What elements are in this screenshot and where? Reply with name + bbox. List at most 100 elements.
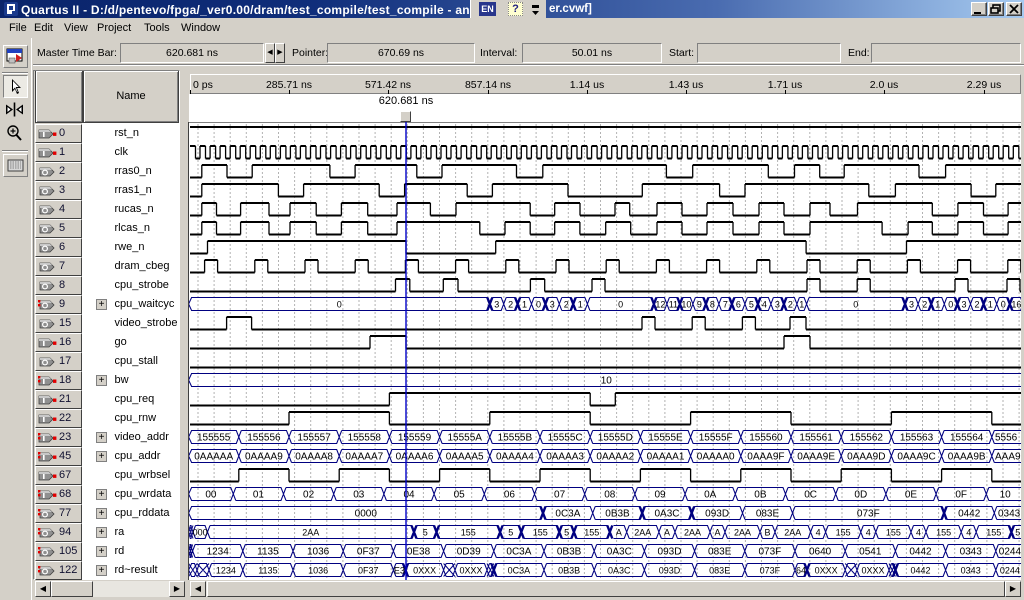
svg-text:1234: 1234 (216, 566, 236, 576)
svg-text:A: A (616, 528, 622, 538)
svg-text:2AA: 2AA (634, 528, 651, 538)
svg-text:07: 07 (554, 490, 566, 501)
svg-text:15555D: 15555D (598, 433, 633, 444)
svg-text:2AA: 2AA (734, 528, 751, 538)
svg-text:0B3B: 0B3B (605, 509, 630, 520)
svg-text:10: 10 (681, 300, 691, 310)
svg-text:0442: 0442 (910, 566, 930, 576)
svg-text:0AAA9C: 0AAA9C (897, 452, 935, 463)
svg-text:15555C: 15555C (548, 433, 583, 444)
svg-text:2: 2 (974, 300, 979, 310)
svg-text:E3: E3 (394, 566, 405, 576)
svg-text:1: 1 (988, 300, 993, 310)
svg-text:7: 7 (723, 300, 728, 310)
svg-text:4: 4 (866, 528, 871, 538)
svg-text:5: 5 (508, 528, 513, 538)
svg-text:0: 0 (853, 300, 858, 310)
svg-text:10: 10 (1000, 490, 1012, 501)
svg-text:15555F: 15555F (699, 433, 733, 444)
svg-text:10: 10 (601, 376, 613, 387)
svg-text:1036: 1036 (307, 547, 330, 558)
svg-text:11: 11 (669, 300, 678, 310)
svg-text:0A3C: 0A3C (607, 547, 632, 558)
svg-text:155: 155 (584, 528, 599, 538)
svg-text:AAA9: AAA9 (995, 452, 1021, 463)
svg-text:2: 2 (564, 300, 569, 310)
svg-text:5556: 5556 (995, 433, 1018, 444)
svg-text:5: 5 (1015, 528, 1020, 538)
svg-text:09: 09 (654, 490, 666, 501)
svg-text:0F37: 0F37 (358, 566, 379, 576)
svg-text:0AAAA1: 0AAAA1 (647, 452, 685, 463)
svg-text:3: 3 (775, 300, 780, 310)
svg-text:08: 08 (604, 490, 616, 501)
svg-text:0AAAA5: 0AAAA5 (446, 452, 484, 463)
svg-text:3: 3 (909, 300, 914, 310)
svg-text:03: 03 (353, 490, 365, 501)
svg-text:0AAAA8: 0AAAA8 (295, 452, 333, 463)
svg-text:0D: 0D (854, 490, 867, 501)
svg-text:155: 155 (836, 528, 851, 538)
svg-text:15555E: 15555E (648, 433, 683, 444)
svg-text:155556: 155556 (247, 433, 281, 444)
svg-text:0F37: 0F37 (357, 547, 380, 558)
svg-text:155563: 155563 (900, 433, 934, 444)
svg-text:000: 000 (193, 528, 208, 538)
svg-text:0244: 0244 (1000, 566, 1020, 576)
svg-text:155561: 155561 (799, 433, 833, 444)
svg-text:0A3C: 0A3C (654, 509, 679, 520)
svg-text:0A3C: 0A3C (608, 566, 631, 576)
svg-text:155559: 155559 (398, 433, 432, 444)
svg-text:15555B: 15555B (498, 433, 533, 444)
svg-text:155: 155 (936, 528, 951, 538)
svg-text:0C: 0C (804, 490, 817, 501)
svg-text:0: 0 (948, 300, 953, 310)
svg-text:3: 3 (961, 300, 966, 310)
svg-text:0XXX: 0XXX (459, 566, 482, 576)
svg-text:0AAAAA: 0AAAAA (194, 452, 233, 463)
svg-text:093D: 093D (659, 566, 681, 576)
svg-text:073F: 073F (759, 547, 782, 558)
svg-text:083E: 083E (709, 566, 730, 576)
svg-text:2: 2 (788, 300, 793, 310)
svg-text:0E38: 0E38 (407, 547, 431, 558)
svg-text:9: 9 (697, 300, 702, 310)
svg-text:6: 6 (736, 300, 741, 310)
svg-text:0343: 0343 (960, 547, 983, 558)
svg-text:0AAAA2: 0AAAA2 (596, 452, 634, 463)
svg-text:155: 155 (461, 528, 476, 538)
svg-text:0244: 0244 (999, 547, 1021, 558)
svg-text:0: 0 (618, 300, 623, 310)
svg-text:1135: 1135 (257, 547, 279, 558)
svg-text:155560: 155560 (749, 433, 783, 444)
svg-text:0000: 0000 (355, 509, 378, 520)
svg-text:093D: 093D (658, 547, 682, 558)
svg-text:0AAAA6: 0AAAA6 (396, 452, 434, 463)
svg-text:0640: 0640 (809, 547, 832, 558)
svg-text:B: B (764, 528, 770, 538)
svg-text:1: 1 (935, 300, 940, 310)
svg-text:0541: 0541 (859, 547, 882, 558)
svg-text:155562: 155562 (850, 433, 884, 444)
svg-text:3: 3 (494, 300, 499, 310)
svg-text:0442: 0442 (958, 509, 981, 520)
svg-text:1: 1 (799, 300, 804, 310)
svg-text:0D39: 0D39 (457, 547, 481, 558)
svg-text:0: 0 (536, 300, 541, 310)
svg-text:0AAAA4: 0AAAA4 (496, 452, 534, 463)
svg-text:155: 155 (533, 528, 548, 538)
svg-text:4: 4 (966, 528, 971, 538)
svg-text:0AAA9E: 0AAA9E (797, 452, 835, 463)
svg-text:16: 16 (1011, 300, 1021, 310)
svg-text:0: 0 (337, 300, 342, 310)
svg-text:0442: 0442 (909, 547, 932, 558)
svg-text:073F: 073F (760, 566, 781, 576)
svg-text:0E: 0E (905, 490, 918, 501)
svg-text:1: 1 (578, 300, 583, 310)
svg-text:155: 155 (886, 528, 901, 538)
svg-text:155558: 155558 (348, 433, 382, 444)
svg-text:0AAAA7: 0AAAA7 (345, 452, 383, 463)
svg-text:00: 00 (205, 490, 217, 501)
svg-text:1036: 1036 (308, 566, 328, 576)
svg-text:64: 64 (796, 566, 806, 576)
